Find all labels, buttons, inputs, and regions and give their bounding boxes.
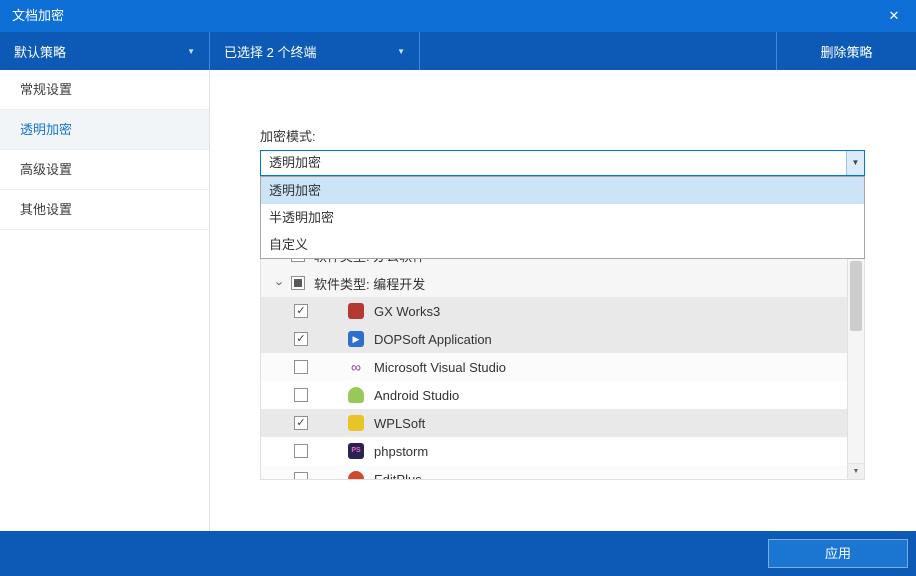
sidebar-item-transparent-encryption[interactable]: 透明加密: [0, 110, 209, 150]
sidebar-item-advanced-settings[interactable]: 高级设置: [0, 150, 209, 190]
software-label: EditPlus: [374, 472, 422, 481]
editplus-icon: [348, 471, 364, 480]
checkbox[interactable]: ✓: [294, 304, 308, 318]
delete-policy-label: 删除策略: [820, 42, 872, 61]
footer-bar: 应用: [0, 531, 916, 576]
sidebar-item-other-settings[interactable]: 其他设置: [0, 190, 209, 230]
android-studio-icon: [348, 387, 364, 403]
software-label: Android Studio: [374, 388, 459, 403]
terminal-dropdown[interactable]: 已选择 2 个终端 ▼: [210, 32, 420, 70]
encryption-mode-dropdown: 透明加密 半透明加密 自定义: [260, 176, 865, 259]
scroll-down-icon[interactable]: ▼: [848, 463, 864, 479]
dopsoft-icon: ▶: [348, 331, 364, 347]
software-row-android-studio[interactable]: Android Studio: [261, 381, 847, 409]
gx-works3-icon: [348, 303, 364, 319]
checkbox[interactable]: [294, 360, 308, 374]
chevron-down-icon: ▼: [187, 47, 195, 56]
scrollbar[interactable]: ▲ ▼: [847, 241, 864, 479]
software-row-phpstorm[interactable]: PS phpstorm: [261, 437, 847, 465]
content-area: 加密模式: › 软件类型: 办公软件 › 软件类型: 编程开发 ✓ GX Wor…: [210, 70, 916, 531]
window-title: 文档加密: [12, 0, 64, 32]
group-row-programming-dev[interactable]: › 软件类型: 编程开发: [261, 269, 847, 297]
software-rows: › 软件类型: 办公软件 › 软件类型: 编程开发 ✓ GX Works3 ✓ …: [261, 241, 847, 480]
policy-dropdown[interactable]: 默认策略 ▼: [0, 32, 210, 70]
dropdown-option-custom[interactable]: 自定义: [261, 231, 864, 258]
close-icon[interactable]: ✕: [872, 0, 916, 32]
phpstorm-icon: PS: [348, 443, 364, 459]
software-row-editplus[interactable]: EditPlus: [261, 465, 847, 480]
group-label: 软件类型: 编程开发: [314, 274, 425, 293]
apply-button[interactable]: 应用: [768, 539, 908, 568]
software-row-wplsoft[interactable]: ✓ WPLSoft: [261, 409, 847, 437]
wplsoft-icon: [348, 415, 364, 431]
software-list: › 软件类型: 办公软件 › 软件类型: 编程开发 ✓ GX Works3 ✓ …: [260, 240, 865, 480]
sidebar: 常规设置 透明加密 高级设置 其他设置: [0, 70, 210, 531]
chevron-down-icon[interactable]: ▼: [846, 151, 864, 175]
chevron-down-icon: ▼: [397, 47, 405, 56]
checkbox[interactable]: [294, 472, 308, 480]
checkbox[interactable]: [294, 388, 308, 402]
delete-policy-button[interactable]: 删除策略: [776, 32, 916, 70]
combobox-value: 透明加密: [261, 151, 864, 175]
chevron-down-icon[interactable]: ›: [273, 276, 288, 290]
titlebar: 文档加密 ✕: [0, 0, 916, 32]
dropdown-option-transparent[interactable]: 透明加密: [261, 177, 864, 204]
encryption-mode-combobox[interactable]: 透明加密 ▼: [260, 150, 865, 176]
software-row-visual-studio[interactable]: ∞ Microsoft Visual Studio: [261, 353, 847, 381]
software-label: GX Works3: [374, 304, 440, 319]
document-encryption-window: 文档加密 ✕ 默认策略 ▼ 已选择 2 个终端 ▼ 删除策略 常规设置 透明加密…: [0, 0, 916, 576]
group-checkbox[interactable]: [291, 276, 305, 290]
checkbox[interactable]: ✓: [294, 332, 308, 346]
toolbar: 默认策略 ▼ 已选择 2 个终端 ▼ 删除策略: [0, 32, 916, 70]
encryption-mode-label: 加密模式:: [260, 126, 316, 145]
checkbox[interactable]: [294, 444, 308, 458]
toolbar-spacer: [420, 32, 776, 70]
software-label: phpstorm: [374, 444, 428, 459]
checkbox[interactable]: ✓: [294, 416, 308, 430]
software-row-gx-works3[interactable]: ✓ GX Works3: [261, 297, 847, 325]
policy-dropdown-label: 默认策略: [14, 42, 66, 61]
scroll-thumb[interactable]: [850, 261, 862, 331]
sidebar-item-general-settings[interactable]: 常规设置: [0, 70, 209, 110]
software-label: WPLSoft: [374, 416, 425, 431]
software-label: Microsoft Visual Studio: [374, 360, 506, 375]
terminal-dropdown-label: 已选择 2 个终端: [224, 42, 316, 61]
dropdown-option-semi-transparent[interactable]: 半透明加密: [261, 204, 864, 231]
software-label: DOPSoft Application: [374, 332, 492, 347]
visual-studio-icon: ∞: [348, 359, 364, 375]
software-row-dopsoft[interactable]: ✓ ▶ DOPSoft Application: [261, 325, 847, 353]
